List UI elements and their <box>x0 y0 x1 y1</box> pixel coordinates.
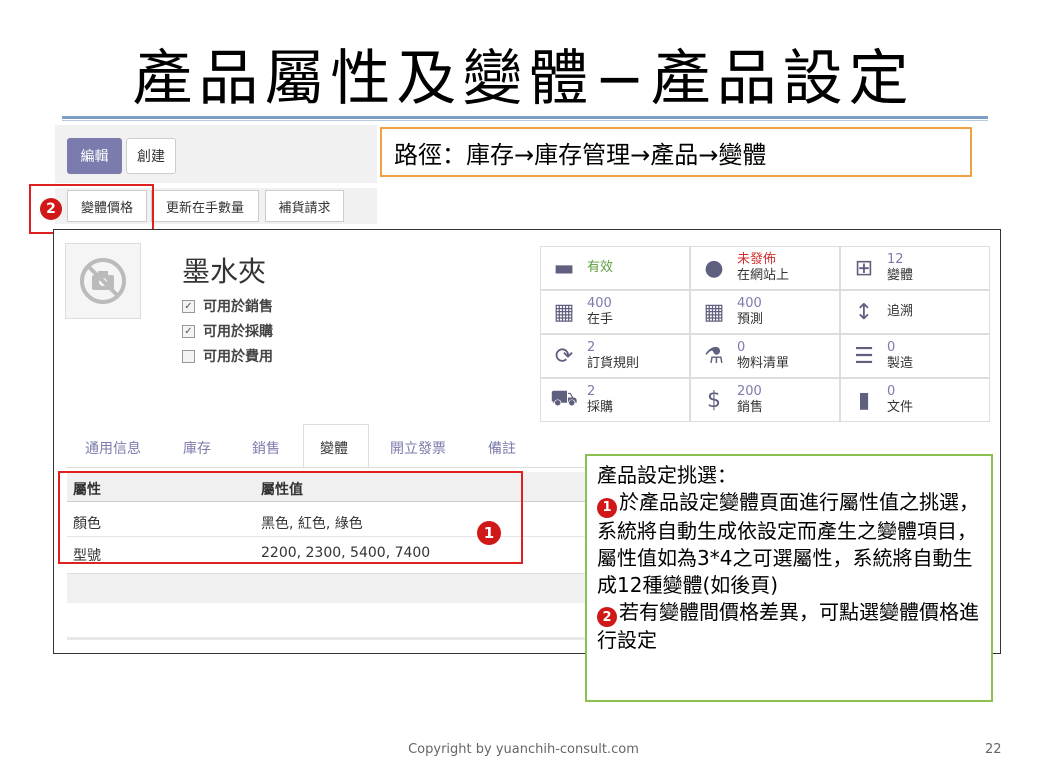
smart-button-on-hand[interactable]: ▦ 400 在手 <box>540 290 690 334</box>
smart-button-forecast[interactable]: ▦ 400 預測 <box>690 290 840 334</box>
sheet-bottom-line <box>67 637 587 640</box>
smart-button-label: 在手 <box>587 312 614 327</box>
note-point-1-text: 於產品設定變體頁面進行屬性值之挑選，系統將自動生成依設定而產生之變體項目，屬性值… <box>597 490 979 597</box>
checkbox-label: 可用於費用 <box>203 349 273 365</box>
arrows-v-icon: ↕ <box>854 299 874 325</box>
title-divider <box>62 116 988 119</box>
edit-button[interactable]: 編輯 <box>67 138 122 174</box>
checkbox-label: 可用於採購 <box>203 324 273 340</box>
smart-button-label: 在網站上 <box>737 268 790 283</box>
update-qty-on-hand-button[interactable]: 更新在手數量 <box>151 190 259 222</box>
smart-button-sales[interactable]: $ 200 銷售 <box>690 378 840 422</box>
table-footer <box>67 573 587 603</box>
can-be-sold-checkbox[interactable]: ✓ 可用於銷售 <box>182 296 273 316</box>
footer-copyright: Copyright by yuanchih-consult.com <box>408 742 639 757</box>
smart-button-label: 文件 <box>887 400 914 415</box>
checkbox-label: 可用於銷售 <box>203 299 273 315</box>
navigation-path-callout: 路徑：庫存→庫存管理→產品→變體 <box>380 127 972 177</box>
note-point-1: 1 於產品設定變體頁面進行屬性值之挑選，系統將自動生成依設定而產生之變體項目，屬性… <box>597 489 981 599</box>
smart-button-variants[interactable]: ⊞ 12 變體 <box>840 246 990 290</box>
smart-button-value: 2 <box>587 384 596 399</box>
smart-button-website[interactable]: ● 未發佈 在網站上 <box>690 246 840 290</box>
list-icon: ☰ <box>854 343 874 369</box>
smart-button-label: 預測 <box>737 312 764 327</box>
tab-invoicing[interactable]: 開立發票 <box>390 438 446 458</box>
smart-button-label: 製造 <box>887 356 914 371</box>
smart-button-label: 有效 <box>587 260 614 275</box>
smart-button-value: 0 <box>887 384 896 399</box>
product-name: 墨水夾 <box>182 255 267 288</box>
smart-button-value: 未發佈 <box>737 252 777 267</box>
dollar-icon: $ <box>707 387 721 413</box>
highlight-box-1 <box>58 471 523 564</box>
smart-button-manufacturing[interactable]: ☰ 0 製造 <box>840 334 990 378</box>
tab-general-info[interactable]: 通用信息 <box>85 438 141 458</box>
refresh-icon: ⟳ <box>554 343 574 369</box>
file-icon: ▮ <box>857 387 871 413</box>
can-be-expensed-checkbox[interactable]: 可用於費用 <box>182 346 273 366</box>
smart-button-value: 2 <box>587 340 596 355</box>
smart-button-active[interactable]: ▬ 有效 <box>540 246 690 290</box>
cart-icon: ⛟ <box>550 386 578 411</box>
checkbox-icon[interactable]: ✓ <box>182 299 195 313</box>
checkbox-icon[interactable] <box>182 349 195 363</box>
smart-button-value: 200 <box>737 384 762 399</box>
note-point-2-text: 若有變體間價格差異，可點選變體價格進行設定 <box>597 599 979 653</box>
smart-button-label: 變體 <box>887 268 914 283</box>
smart-button-documents[interactable]: ▮ 0 文件 <box>840 378 990 422</box>
smart-button-label: 訂貨規則 <box>587 356 640 371</box>
smart-button-value: 0 <box>887 340 896 355</box>
smart-button-bom[interactable]: ⚗ 0 物料清單 <box>690 334 840 378</box>
replenish-request-button[interactable]: 補貨請求 <box>265 190 344 222</box>
marker-badge-2: 2 <box>597 607 617 627</box>
create-button[interactable]: 創建 <box>126 138 176 174</box>
no-image-icon <box>80 258 126 304</box>
note-heading: 產品設定挑選： <box>597 463 737 487</box>
marker-badge-2: 2 <box>40 198 62 220</box>
archive-icon: ▬ <box>553 255 575 281</box>
smart-button-value: 12 <box>887 252 904 267</box>
product-image-placeholder[interactable] <box>65 243 141 319</box>
smart-button-label: 採購 <box>587 400 614 415</box>
globe-icon: ● <box>704 255 724 281</box>
building-icon: ▦ <box>553 299 575 325</box>
marker-badge-1: 1 <box>477 521 501 545</box>
page-number: 22 <box>985 742 1002 757</box>
explanation-note: 產品設定挑選： 1 於產品設定變體頁面進行屬性值之挑選，系統將自動生成依設定而產生… <box>585 454 993 702</box>
flask-icon: ⚗ <box>704 343 724 369</box>
smart-button-traceability[interactable]: ↕ 追溯 <box>840 290 990 334</box>
smart-button-value: 0 <box>737 340 746 355</box>
smart-button-label: 銷售 <box>737 400 764 415</box>
smart-button-purchases[interactable]: ⛟ 2 採購 <box>540 378 690 422</box>
building-icon: ▦ <box>703 299 725 325</box>
title-divider-thin <box>62 120 988 121</box>
tab-variants[interactable]: 變體 <box>320 438 348 458</box>
smart-button-reordering-rules[interactable]: ⟳ 2 訂貨規則 <box>540 334 690 378</box>
tab-sales[interactable]: 銷售 <box>252 438 280 458</box>
can-be-purchased-checkbox[interactable]: ✓ 可用於採購 <box>182 321 273 341</box>
smart-button-label: 物料清單 <box>737 356 790 371</box>
tab-underline <box>66 467 586 468</box>
note-point-2: 2 若有變體間價格差異，可點選變體價格進行設定 <box>597 599 981 655</box>
tab-notes[interactable]: 備註 <box>488 438 516 458</box>
smart-button-value: 400 <box>587 296 612 311</box>
slide-title: 產品屬性及變體−產品設定 <box>132 44 915 114</box>
tab-inventory[interactable]: 庫存 <box>183 438 211 458</box>
sitemap-icon: ⊞ <box>854 255 874 281</box>
marker-badge-1: 1 <box>597 497 617 518</box>
smart-button-label: 追溯 <box>887 304 914 319</box>
checkbox-icon[interactable]: ✓ <box>182 324 195 338</box>
smart-button-value: 400 <box>737 296 762 311</box>
